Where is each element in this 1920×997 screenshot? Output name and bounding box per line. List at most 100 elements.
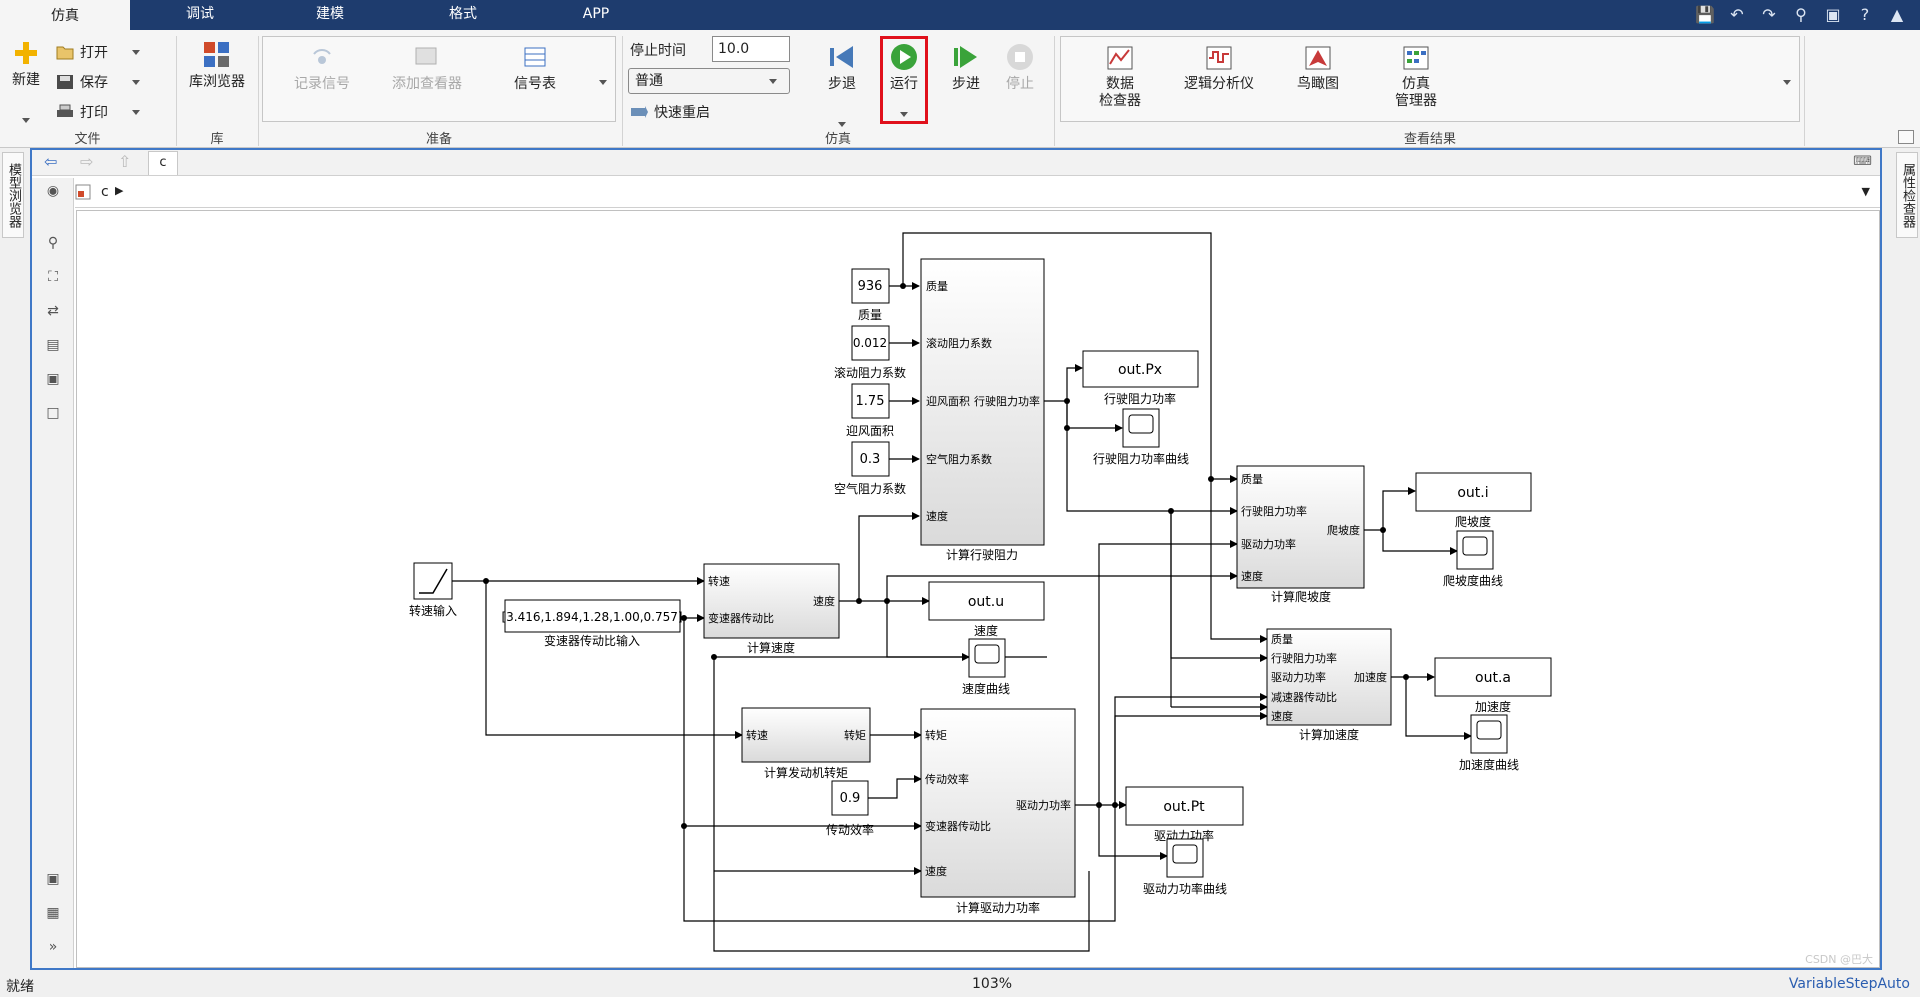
run-button[interactable]: 运行 bbox=[884, 42, 924, 117]
to-workspace-i[interactable]: out.i 爬坡度 bbox=[1415, 472, 1532, 529]
data-inspector-icon bbox=[1107, 46, 1133, 70]
printer-icon bbox=[57, 104, 73, 117]
to-workspace-u[interactable]: out.u 速度 bbox=[928, 581, 1045, 638]
ribbon-tab-bar: 仿真 调试 建模 格式 APP 💾 ↶ ↷ ⚲ ▣ ? ▲ bbox=[0, 0, 1920, 30]
subsystem-grade[interactable]: 质量 行驶阻力功率 驱动力功率 速度 爬坡度 计算爬坡度 bbox=[1236, 465, 1365, 604]
sim-manager-button[interactable]: 仿真 管理器 bbox=[1386, 44, 1446, 110]
address-dropdown-icon[interactable]: ▼ bbox=[1862, 185, 1870, 198]
diagram-canvas: 936 质量 0.012 滚动阻力系数 1.75 迎风面积 0.3 空气阻力系数… bbox=[409, 232, 1873, 966]
svg-text:计算驱动力功率: 计算驱动力功率 bbox=[956, 900, 1040, 915]
table-icon bbox=[524, 47, 546, 67]
tab-debug[interactable]: 调试 bbox=[160, 0, 240, 30]
fast-restart-toggle[interactable]: 快速重启 bbox=[630, 102, 710, 122]
constant-block-mass[interactable]: 936 质量 bbox=[851, 268, 890, 322]
tab-simulation[interactable]: 仿真 bbox=[0, 0, 130, 30]
svg-text:out.u: out.u bbox=[968, 594, 1004, 610]
scope-i[interactable]: 爬坡度曲线 bbox=[1443, 530, 1503, 588]
prepare-expand-icon[interactable] bbox=[599, 80, 607, 85]
svg-text:速度: 速度 bbox=[925, 864, 947, 878]
area-icon[interactable]: □ bbox=[42, 402, 64, 424]
subsystem-resistance[interactable]: 质量 滚动阻力系数 迎风面积 空气阻力系数 速度 行驶阻力功率 计算行驶阻力 bbox=[920, 258, 1045, 562]
add-viewer-label: 添加查看器 bbox=[392, 76, 462, 92]
help-icon[interactable]: ? bbox=[1852, 3, 1878, 27]
svg-text:转矩: 转矩 bbox=[925, 728, 947, 742]
save-icon[interactable]: 💾 bbox=[1692, 3, 1718, 27]
scope-u[interactable]: 速度曲线 bbox=[962, 638, 1010, 696]
breadcrumb[interactable]: c bbox=[101, 184, 109, 200]
constant-block-area[interactable]: 1.75 迎风面积 bbox=[846, 383, 894, 438]
save-dropdown-icon[interactable] bbox=[132, 80, 140, 85]
hide-panel-icon[interactable]: ◉ bbox=[42, 180, 64, 202]
open-button[interactable]: 打开 bbox=[56, 42, 108, 62]
step-forward-button[interactable]: 步进 bbox=[946, 42, 986, 93]
zoom-level: 103% bbox=[972, 976, 1013, 992]
library-browser-label: 库浏览器 bbox=[189, 74, 245, 90]
undo-icon[interactable]: ↶ bbox=[1724, 3, 1750, 27]
image-icon[interactable]: ▣ bbox=[42, 368, 64, 390]
ramp-block[interactable]: 转速输入 bbox=[409, 562, 457, 618]
forward-arrow-icon[interactable]: ⇨ bbox=[80, 152, 93, 171]
constant-block-efficiency[interactable]: 0.9 传动效率 bbox=[826, 780, 874, 837]
fit-view-icon[interactable]: ⛶ bbox=[42, 266, 64, 288]
subsystem-torque[interactable]: 转速 转矩 计算发动机转矩 bbox=[741, 707, 871, 780]
scope-a[interactable]: 加速度曲线 bbox=[1459, 714, 1519, 772]
constant-block-air[interactable]: 0.3 空气阻力系数 bbox=[834, 441, 906, 496]
breadcrumb-arrow-icon[interactable]: ▶ bbox=[115, 184, 123, 197]
to-workspace-a[interactable]: out.a 加速度 bbox=[1434, 657, 1552, 714]
keyboard-icon[interactable]: ⌨ bbox=[1853, 154, 1872, 169]
new-button[interactable]: 新建 bbox=[6, 38, 46, 123]
collapse-ribbon-icon[interactable]: ▲ bbox=[1884, 3, 1910, 27]
signal-table-button[interactable]: 信号表 bbox=[500, 44, 570, 93]
up-arrow-icon[interactable]: ⇧ bbox=[118, 152, 131, 171]
tab-format[interactable]: 格式 bbox=[423, 0, 503, 30]
back-arrow-icon[interactable]: ⇦ bbox=[44, 152, 57, 171]
solver-link[interactable]: VariableStepAuto bbox=[1789, 976, 1910, 992]
property-table-icon[interactable]: ▦ bbox=[42, 902, 64, 924]
record-signal-button[interactable]: 记录信号 bbox=[282, 44, 362, 93]
simulation-mode-select[interactable]: 普通 bbox=[628, 68, 790, 94]
model-tab[interactable]: c bbox=[148, 151, 178, 175]
svg-text:0.3: 0.3 bbox=[860, 452, 881, 467]
print-button[interactable]: 打印 bbox=[56, 102, 108, 122]
logic-analyzer-icon bbox=[1206, 46, 1232, 70]
expand-icon[interactable]: » bbox=[42, 936, 64, 958]
model-browser-tab[interactable]: 模型浏览器 bbox=[2, 152, 24, 238]
logic-analyzer-button[interactable]: 逻辑分析仪 bbox=[1174, 44, 1264, 93]
subsystem-accel[interactable]: 质量 行驶阻力功率 驱动力功率 减速器传动比 速度 加速度 计算加速度 bbox=[1266, 628, 1392, 742]
to-workspace-pt[interactable]: out.Pt 驱动力功率 bbox=[1125, 786, 1244, 843]
subsystem-drive[interactable]: 转矩 传动效率 变速器传动比 速度 驱动力功率 计算驱动力功率 bbox=[920, 708, 1076, 915]
save-button[interactable]: 保存 bbox=[56, 72, 108, 92]
data-inspector-button[interactable]: 数据 检查器 bbox=[1090, 44, 1150, 110]
svg-text:空气阻力系数: 空气阻力系数 bbox=[834, 481, 906, 496]
constant-block-rolling[interactable]: 0.012 滚动阻力系数 bbox=[834, 325, 906, 380]
search-icon[interactable]: ⚲ bbox=[1788, 3, 1814, 27]
stop-time-input[interactable]: 10.0 bbox=[712, 36, 790, 62]
to-workspace-px[interactable]: out.Px 行驶阻力功率 bbox=[1082, 350, 1199, 406]
step-back-button[interactable]: 步退 bbox=[822, 42, 862, 127]
open-dropdown-icon[interactable] bbox=[132, 50, 140, 55]
scope-px[interactable]: 行驶阻力功率曲线 bbox=[1093, 408, 1189, 466]
birds-eye-button[interactable]: 鸟瞰图 bbox=[1288, 44, 1348, 93]
stop-button[interactable]: 停止 bbox=[1000, 42, 1040, 93]
constant-block-gear[interactable]: [3.416,1.894,1.28,1.00,0.757] 变速器传动比输入 bbox=[501, 599, 683, 648]
subsystem-speed[interactable]: 转速 变速器传动比 速度 计算速度 bbox=[703, 563, 840, 655]
svg-text:速度: 速度 bbox=[974, 623, 998, 638]
svg-text:0.012: 0.012 bbox=[853, 336, 887, 350]
shortcut-icon[interactable]: ▣ bbox=[1820, 3, 1846, 27]
tab-modeling[interactable]: 建模 bbox=[290, 0, 370, 30]
property-inspector-tab[interactable]: 属性检查器 bbox=[1896, 152, 1918, 238]
scope-pt[interactable]: 驱动力功率曲线 bbox=[1143, 838, 1227, 896]
results-expand-icon[interactable] bbox=[1783, 80, 1791, 85]
print-dropdown-icon[interactable] bbox=[132, 110, 140, 115]
camera-icon[interactable]: ▣ bbox=[42, 868, 64, 890]
redo-icon[interactable]: ↷ bbox=[1756, 3, 1782, 27]
library-browser-button[interactable]: 库浏览器 bbox=[182, 40, 252, 91]
model-icon bbox=[75, 184, 91, 204]
collapse-panel-icon[interactable] bbox=[1898, 130, 1914, 144]
svg-text:行驶阻力功率曲线: 行驶阻力功率曲线 bbox=[1093, 451, 1189, 466]
text-annotation-icon[interactable]: ▤ bbox=[42, 334, 64, 356]
tab-app[interactable]: APP bbox=[556, 0, 636, 30]
zoom-icon[interactable]: ⚲ bbox=[42, 232, 64, 254]
arrows-icon[interactable]: ⇄ bbox=[42, 300, 64, 322]
add-viewer-button[interactable]: 添加查看器 bbox=[382, 44, 472, 93]
